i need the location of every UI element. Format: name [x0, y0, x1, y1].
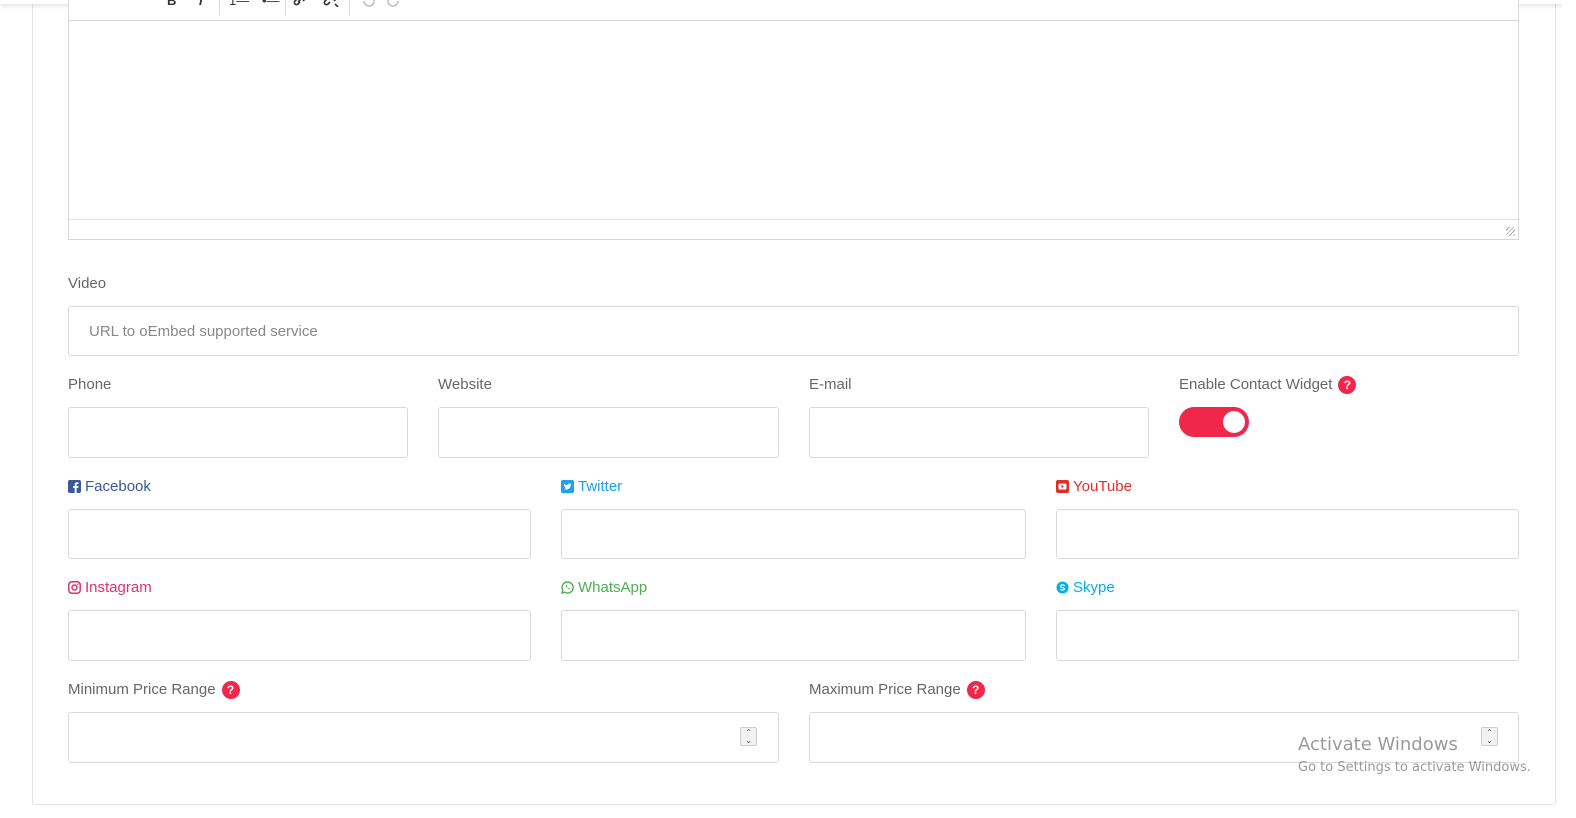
whatsapp-icon: [560, 581, 574, 599]
toolbar-divider: [349, 0, 350, 15]
youtube-label: YouTube: [1056, 478, 1132, 498]
twitter-label-text: Twitter: [578, 478, 623, 495]
min-price-label-text: Minimum Price Range: [68, 681, 216, 698]
facebook-icon: [68, 480, 81, 498]
watermark-subtitle: Go to Settings to activate Windows.: [1298, 760, 1531, 775]
help-icon[interactable]: ?: [966, 681, 985, 699]
italic-button[interactable]: I: [199, 0, 203, 8]
editor-statusbar: [69, 219, 1518, 239]
instagram-input[interactable]: [68, 610, 531, 661]
youtube-icon: [1056, 480, 1069, 498]
instagram-label: Instagram: [68, 579, 152, 599]
email-label: E-mail: [809, 376, 852, 393]
facebook-label: Facebook: [68, 478, 151, 498]
contact-widget-toggle[interactable]: [1179, 407, 1249, 437]
undo-icon[interactable]: [361, 0, 375, 10]
phone-label: Phone: [68, 376, 112, 393]
twitter-icon: [561, 480, 574, 498]
link-icon[interactable]: [293, 0, 307, 10]
contact-widget-label-text: Enable Contact Widget: [1179, 376, 1333, 393]
max-price-label-text: Maximum Price Range: [809, 681, 961, 698]
max-price-label: Maximum Price Range?: [809, 681, 985, 699]
toggle-knob: [1223, 411, 1245, 433]
toolbar-divider: [285, 0, 286, 15]
contact-widget-label: Enable Contact Widget?: [1179, 376, 1357, 394]
youtube-input[interactable]: [1056, 509, 1519, 559]
toolbar-divider: [219, 0, 220, 15]
redo-icon[interactable]: [387, 0, 401, 10]
activate-windows-watermark: Activate Windows Go to Settings to activ…: [1298, 734, 1531, 778]
twitter-label: Twitter: [561, 478, 622, 498]
unlink-icon[interactable]: [323, 0, 339, 10]
skype-label: Skype: [1056, 579, 1115, 599]
resize-handle-icon[interactable]: [1506, 227, 1515, 236]
website-label: Website: [438, 376, 492, 393]
email-input[interactable]: [809, 407, 1149, 458]
page-scrollbar[interactable]: [1562, 0, 1576, 818]
min-price-label: Minimum Price Range?: [68, 681, 240, 699]
ordered-list-button[interactable]: 1—: [229, 0, 249, 8]
unordered-list-button[interactable]: •—: [262, 0, 280, 8]
bold-button[interactable]: B: [167, 0, 176, 8]
help-icon[interactable]: ?: [221, 681, 240, 699]
description-editor[interactable]: B I 1— •—: [68, 0, 1519, 240]
skype-label-text: Skype: [1073, 579, 1115, 596]
min-price-spinner-icon[interactable]: ⌃ ⌄: [740, 727, 757, 746]
whatsapp-label-text: WhatsApp: [578, 579, 648, 596]
watermark-title: Activate Windows: [1298, 734, 1458, 755]
facebook-input[interactable]: [68, 509, 531, 559]
editor-content-area[interactable]: [69, 21, 1518, 219]
video-url-input[interactable]: [68, 306, 1519, 356]
website-input[interactable]: [438, 407, 779, 458]
instagram-label-text: Instagram: [85, 579, 152, 596]
whatsapp-input[interactable]: [561, 610, 1026, 661]
instagram-icon: [68, 581, 81, 599]
skype-icon: [1056, 581, 1069, 599]
editor-toolbar: B I 1— •—: [69, 0, 1518, 21]
phone-input[interactable]: [68, 407, 408, 458]
min-price-input[interactable]: [68, 712, 779, 763]
video-label: Video: [68, 275, 107, 292]
help-icon[interactable]: ?: [1338, 376, 1357, 394]
facebook-label-text: Facebook: [85, 478, 151, 495]
whatsapp-label: WhatsApp: [560, 579, 648, 599]
skype-input[interactable]: [1056, 610, 1519, 661]
twitter-input[interactable]: [561, 509, 1026, 559]
youtube-label-text: YouTube: [1073, 478, 1132, 495]
